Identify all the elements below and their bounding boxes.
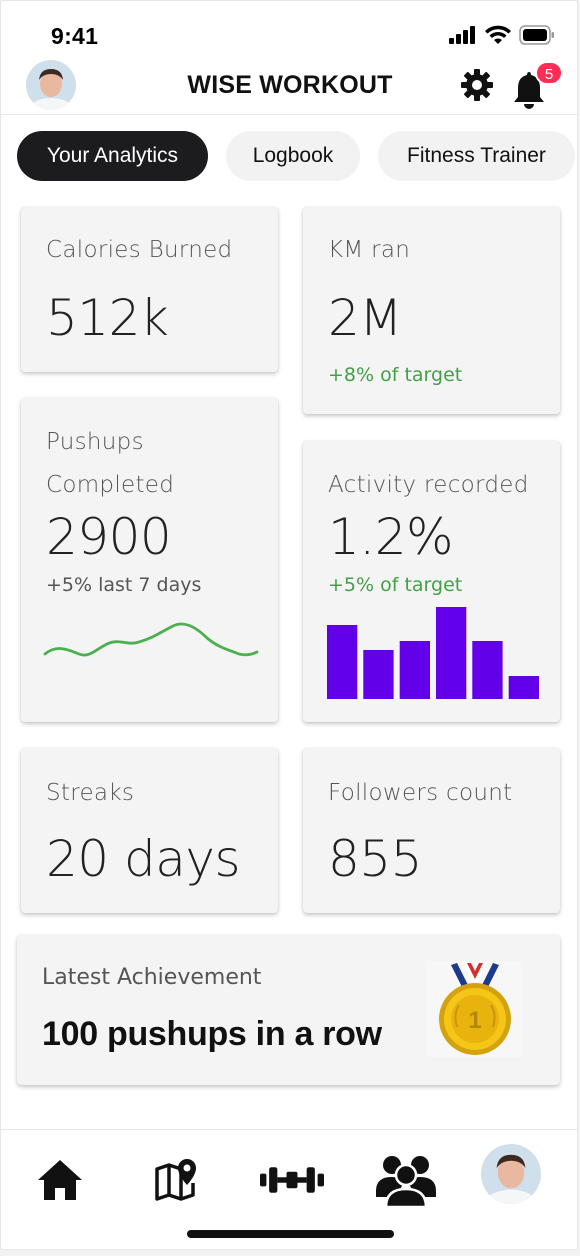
activity-label: Activity recorded — [328, 472, 529, 498]
followers-label: Followers count — [328, 780, 513, 806]
activity-bar — [399, 641, 430, 699]
dumbbell-icon — [260, 1167, 324, 1193]
map-pin-icon — [155, 1159, 196, 1201]
phone-screen: 9:41 WISE WORKOUT 5 Your Analytics Logbo… — [0, 0, 578, 1250]
pushups-sub: +5% last 7 days — [46, 574, 202, 596]
home-indicator[interactable] — [187, 1230, 394, 1238]
achievement-card[interactable]: Latest Achievement 100 pushups in a row … — [17, 935, 560, 1085]
streaks-value: 20 days — [46, 830, 241, 888]
activity-bar — [472, 641, 503, 699]
activity-bar-chart — [327, 607, 539, 699]
wifi-icon — [485, 25, 511, 44]
app-header: WISE WORKOUT 5 — [1, 57, 577, 115]
tab-your-analytics[interactable]: Your Analytics — [17, 131, 208, 181]
home-icon — [38, 1160, 82, 1200]
pushups-label-line2: Completed — [46, 472, 175, 498]
activity-value: 1.2% — [328, 508, 454, 566]
tab-fitness-trainer[interactable]: Fitness Trainer — [378, 131, 575, 181]
notification-badge: 5 — [535, 61, 563, 85]
calories-card[interactable]: Calories Burned 512k — [21, 207, 278, 372]
tab-logbook[interactable]: Logbook — [226, 131, 360, 181]
nav-home[interactable] — [28, 1148, 92, 1212]
activity-card[interactable]: Activity recorded 1.2% +5% of target — [303, 441, 560, 722]
settings-gear-icon[interactable] — [459, 67, 495, 103]
battery-icon — [519, 25, 554, 45]
calories-label: Calories Burned — [46, 237, 233, 263]
status-icons — [449, 25, 555, 45]
status-time: 9:41 — [51, 23, 99, 49]
medal-number: 1 — [468, 1007, 481, 1034]
km-ran-value: 2M — [328, 289, 402, 347]
nav-map[interactable] — [145, 1148, 209, 1212]
km-ran-label: KM ran — [328, 237, 411, 263]
nav-community[interactable] — [374, 1148, 438, 1212]
pushups-card[interactable]: Pushups Completed 2900 +5% last 7 days — [21, 398, 278, 722]
notifications-button[interactable]: 5 — [509, 61, 565, 109]
calories-value: 512k — [46, 289, 169, 347]
streaks-label: Streaks — [46, 780, 135, 806]
pushups-label-line1: Pushups — [46, 429, 144, 455]
group-icon — [376, 1156, 436, 1207]
followers-value: 855 — [328, 830, 422, 888]
nav-workout[interactable] — [260, 1148, 327, 1212]
km-ran-sub: +8% of target — [328, 364, 463, 386]
activity-bar — [508, 676, 539, 699]
activity-bar — [327, 625, 358, 699]
activity-bar — [363, 650, 394, 699]
signal-icon — [449, 26, 475, 44]
activity-sub: +5% of target — [328, 574, 463, 596]
achievement-text: 100 pushups in a row — [42, 1015, 382, 1053]
pushups-value: 2900 — [46, 508, 172, 566]
activity-bar — [436, 607, 467, 699]
nav-profile-avatar[interactable] — [481, 1144, 541, 1204]
achievement-label: Latest Achievement — [42, 965, 262, 990]
gold-medal-icon: 1 — [427, 961, 523, 1057]
tab-bar: Your Analytics Logbook Fitness Trainer — [17, 131, 575, 181]
followers-card[interactable]: Followers count 855 — [303, 748, 560, 913]
km-ran-card[interactable]: KM ran 2M +8% of target — [303, 207, 560, 414]
status-bar: 9:41 — [1, 1, 577, 61]
pushups-trend-sparkline — [43, 622, 259, 657]
streaks-card[interactable]: Streaks 20 days — [21, 748, 278, 913]
bottom-nav — [1, 1129, 577, 1249]
